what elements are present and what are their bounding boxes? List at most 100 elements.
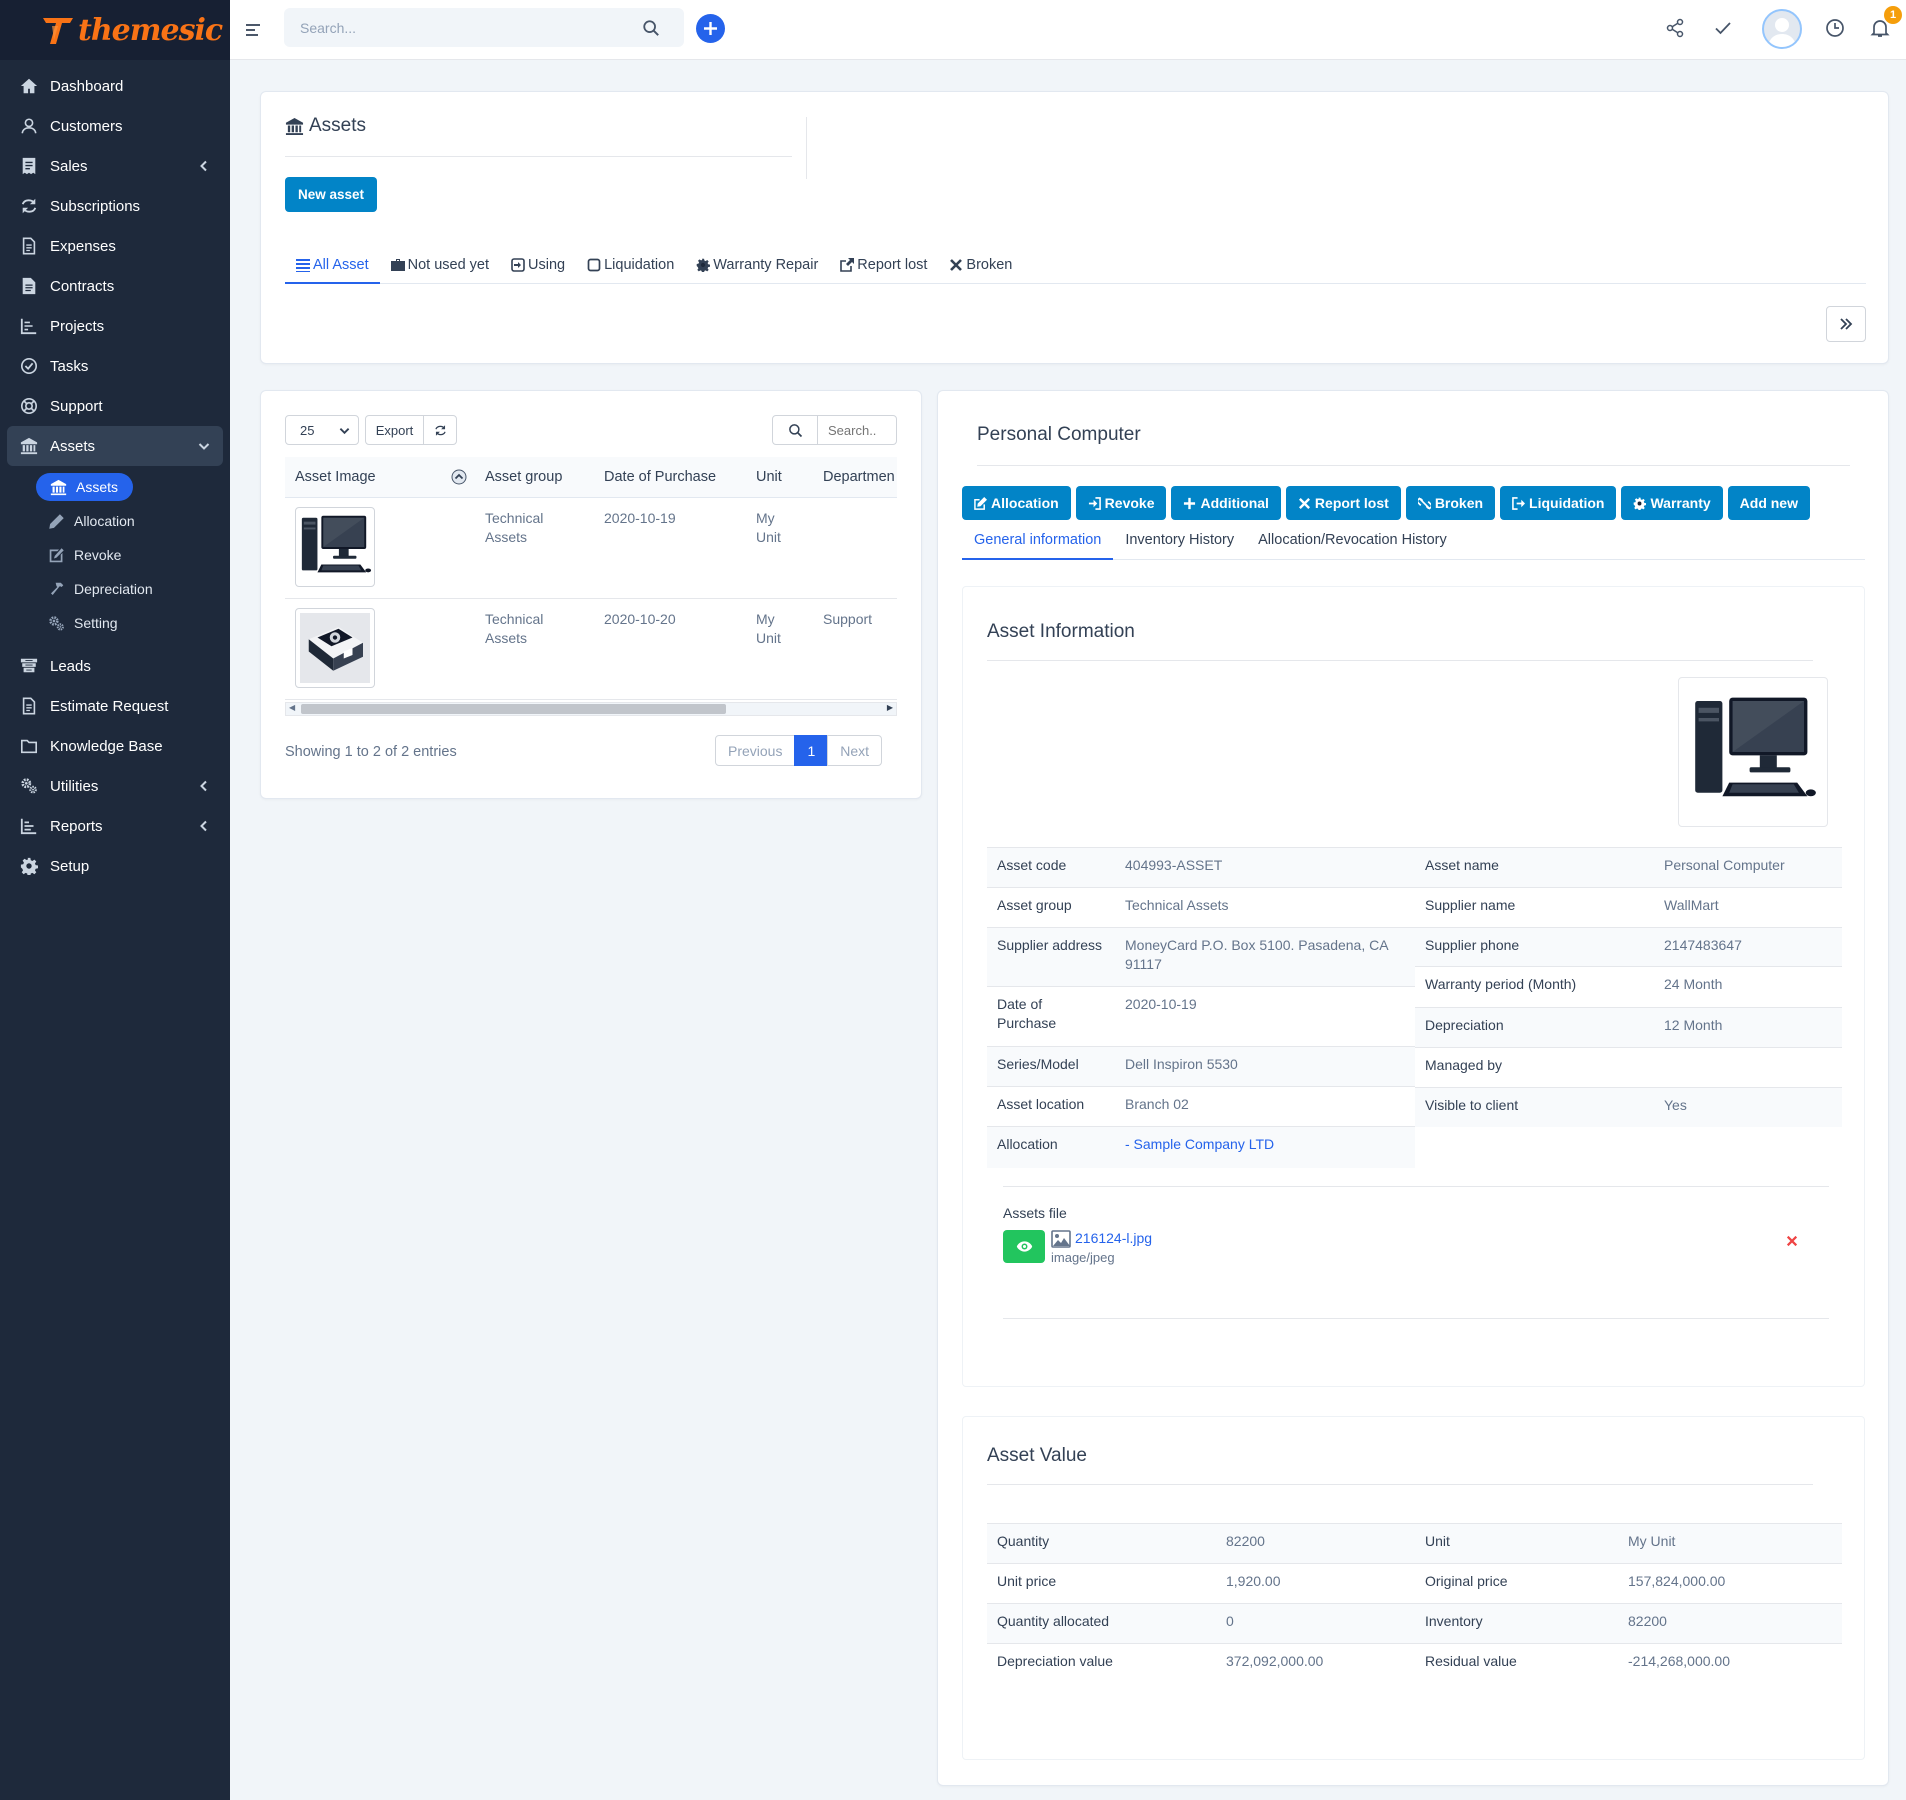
report-lost-button[interactable]: Report lost [1285, 486, 1401, 520]
value-amount: 0 [1216, 1603, 1415, 1644]
column-header-asset-group[interactable]: Asset group [475, 457, 594, 498]
value-amount: 1,920.00 [1216, 1563, 1415, 1604]
new-asset-button[interactable]: New asset [285, 177, 378, 212]
table-search-button[interactable] [772, 415, 818, 445]
asset-action-bar: Allocation Revoke Additional Report lost… [962, 486, 1815, 520]
info-value: Yes [1654, 1087, 1842, 1127]
tab-report-lost[interactable]: Report lost [829, 248, 938, 284]
sidebar-item-expenses[interactable]: Expenses [0, 226, 230, 266]
sidebar-item-utilities[interactable]: Utilities [0, 766, 230, 806]
next-page-button[interactable]: Next [827, 735, 883, 766]
expand-panel-button[interactable] [1826, 306, 1866, 342]
brand-logo[interactable]: themesic [0, 0, 230, 60]
tab-warranty-repair[interactable]: Warranty Repair [685, 248, 829, 284]
tab-general-information[interactable]: General information [962, 522, 1114, 560]
horizontal-scrollbar[interactable]: ◀ ▶ [285, 702, 897, 716]
asset-information-title: Asset Information [987, 621, 1135, 642]
revoke-button[interactable]: Revoke [1075, 486, 1167, 520]
sidebar-item-projects[interactable]: Projects [0, 306, 230, 346]
menu-toggle-icon[interactable] [245, 22, 261, 38]
asset-thumbnail[interactable] [295, 607, 375, 688]
previous-page-button[interactable]: Previous [715, 735, 796, 766]
sidebar-item-customers[interactable]: Customers [0, 106, 230, 146]
sidebar-item-label: Dashboard [50, 77, 124, 95]
bank-icon [50, 479, 67, 496]
additional-button[interactable]: Additional [1171, 486, 1281, 520]
tab-broken[interactable]: Broken [938, 248, 1023, 284]
sidebar-item-knowledge-base[interactable]: Knowledge Base [0, 726, 230, 766]
sidebar-item-leads[interactable]: Leads [0, 646, 230, 686]
submenu-item-allocation[interactable]: Allocation [0, 504, 230, 538]
sidebar-item-support[interactable]: Support [0, 386, 230, 426]
sidebar-item-tasks[interactable]: Tasks [0, 346, 230, 386]
add-new-button[interactable]: Add new [1727, 486, 1810, 520]
allocation-link[interactable]: - Sample Company LTD [1125, 1136, 1274, 1152]
button-label: Liquidation [1529, 495, 1605, 511]
table-row[interactable]: Technical Assets 2020-10-19 My Unit [285, 497, 897, 599]
sidebar-item-reports[interactable]: Reports [0, 806, 230, 846]
edit-square-icon [48, 547, 65, 564]
share-icon[interactable] [1665, 18, 1685, 38]
tab-inventory-history[interactable]: Inventory History [1113, 522, 1246, 560]
liquidation-button[interactable]: Liquidation [1500, 486, 1617, 520]
value-label: Quantity allocated [987, 1603, 1216, 1644]
page-button-1[interactable]: 1 [794, 735, 829, 766]
broken-button[interactable]: Broken [1405, 486, 1496, 520]
table-row[interactable]: Technical Assets 2020-10-20 My Unit Supp… [285, 598, 897, 700]
column-header-date-of-purchase[interactable]: Date of Purchase [594, 457, 746, 498]
tab-label: Liquidation [604, 257, 675, 273]
cell-date-of-purchase: 2020-10-19 [594, 497, 746, 599]
scrollbar-thumb[interactable] [301, 704, 726, 714]
warranty-button[interactable]: Warranty [1621, 486, 1723, 520]
page-size-select[interactable]: 25 [285, 415, 359, 445]
global-search-input[interactable] [284, 8, 684, 47]
info-value: Technical Assets [1115, 887, 1415, 928]
sidebar-item-assets[interactable]: Assets [7, 426, 223, 466]
sidebar-item-label: Subscriptions [50, 197, 141, 215]
info-value: 404993-ASSET [1115, 847, 1415, 888]
scroll-right-icon[interactable]: ▶ [887, 703, 893, 712]
sidebar-item-contracts[interactable]: Contracts [0, 266, 230, 306]
column-header-asset-image[interactable]: Asset Image [285, 457, 475, 498]
delete-file-icon[interactable] [1786, 1235, 1798, 1247]
quick-create-button[interactable] [696, 14, 725, 43]
clock-icon[interactable] [1825, 18, 1845, 38]
sidebar-item-dashboard[interactable]: Dashboard [0, 66, 230, 106]
submenu-item-assets[interactable]: Assets [0, 470, 230, 504]
info-label: Warranty period (Month) [1415, 966, 1654, 1008]
search-icon [788, 423, 803, 438]
search-icon[interactable] [642, 19, 660, 37]
sidebar-item-estimate-request[interactable]: Estimate Request [0, 686, 230, 726]
tab-not-used-yet[interactable]: Not used yet [380, 248, 500, 284]
submenu-item-revoke[interactable]: Revoke [0, 538, 230, 572]
export-button[interactable]: Export [365, 415, 424, 445]
tab-all-asset[interactable]: All Asset [285, 248, 380, 284]
tab-allocation-revocation-history[interactable]: Allocation/Revocation History [1246, 522, 1459, 560]
scroll-left-icon[interactable]: ◀ [289, 703, 295, 712]
submenu-item-setting[interactable]: Setting [0, 606, 230, 640]
tab-using[interactable]: Using [500, 248, 576, 284]
desktop-computer-image [296, 508, 374, 586]
submenu-item-depreciation[interactable]: Depreciation [0, 572, 230, 606]
chart-bars-icon [20, 817, 38, 835]
tab-liquidation[interactable]: Liquidation [576, 248, 685, 284]
column-header-department[interactable]: Departmen [813, 457, 897, 498]
sidebar-item-sales[interactable]: Sales [0, 146, 230, 186]
file-name-link[interactable]: 216124-l.jpg [1075, 1230, 1152, 1246]
user-avatar[interactable] [1762, 9, 1802, 49]
asset-thumbnail[interactable] [295, 506, 375, 587]
preview-file-button[interactable] [1003, 1230, 1045, 1263]
hammer-icon [48, 581, 65, 598]
table-search-input[interactable] [817, 415, 897, 445]
sidebar-item-subscriptions[interactable]: Subscriptions [0, 186, 230, 226]
allocation-button[interactable]: Allocation [962, 486, 1071, 520]
table-info: Showing 1 to 2 of 2 entries [285, 744, 457, 760]
sidebar-item-setup[interactable]: Setup [0, 846, 230, 886]
check-icon[interactable] [1713, 18, 1733, 38]
reload-button[interactable] [423, 415, 457, 445]
notification-badge: 1 [1884, 6, 1902, 24]
briefcase-icon [391, 258, 405, 272]
column-header-unit[interactable]: Unit [746, 457, 813, 498]
asset-image[interactable] [1678, 677, 1828, 827]
info-label: Asset group [987, 887, 1115, 928]
